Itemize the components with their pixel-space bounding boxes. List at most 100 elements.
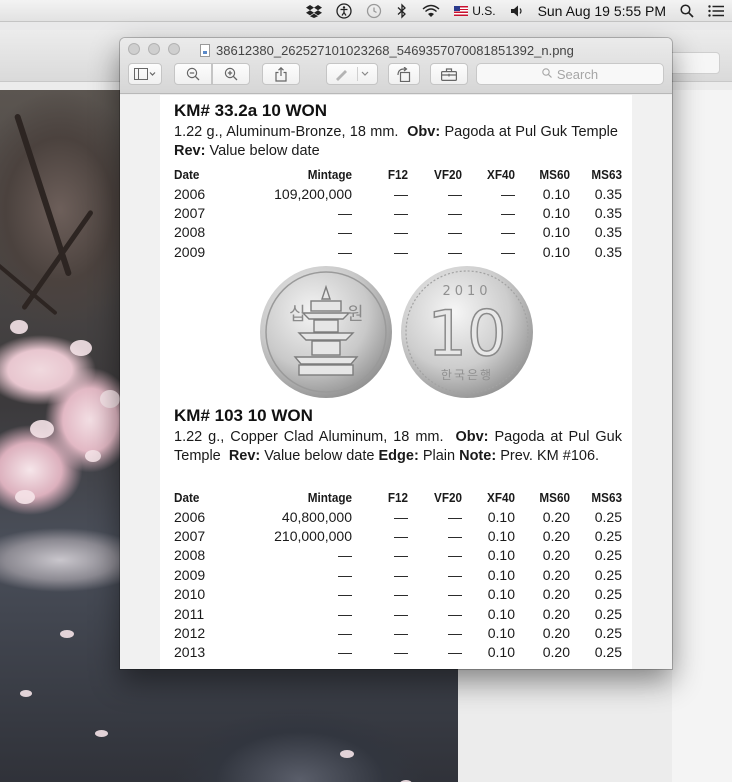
value-cell: 0.10: [487, 547, 515, 564]
input-source-menu[interactable]: U.S.: [454, 0, 496, 22]
rotate-button[interactable]: [388, 63, 420, 85]
column-header: MS63: [591, 489, 622, 505]
notification-center-icon[interactable]: [708, 0, 724, 22]
value-cell: —: [501, 205, 515, 222]
value-cell: —: [338, 205, 352, 222]
coin-obverse-char-left: 십: [289, 304, 306, 325]
section1-rev-label: Rev:: [174, 143, 206, 159]
value-cell: —: [448, 243, 462, 260]
value-cell: —: [448, 185, 462, 202]
coin-obverse-image: 십 원: [259, 265, 393, 399]
column-header: VF20: [434, 489, 462, 505]
blossom: [85, 450, 101, 462]
value-cell: 0.10: [487, 625, 515, 642]
date-cell: 2012: [174, 625, 206, 642]
date-cell: 2007: [174, 528, 206, 545]
value-cell: 0.35: [594, 224, 622, 241]
search-placeholder: Search: [556, 66, 599, 82]
date-cell: 2008: [174, 547, 206, 564]
value-cell: —: [394, 205, 408, 222]
value-cell: —: [448, 605, 462, 622]
value-cell: —: [394, 547, 408, 564]
coin-reverse-image: 2010 10 한국은행: [400, 265, 534, 399]
value-cell: 0.25: [594, 586, 622, 603]
petal: [60, 630, 74, 638]
value-cell: 0.20: [542, 605, 570, 622]
title-bar[interactable]: 38612380_262527101023268_546935707008185…: [120, 38, 672, 94]
document-view[interactable]: KM# 33.2a 10 WON 1.22 g., Aluminum-Bronz…: [120, 95, 672, 669]
column-header: MS60: [539, 489, 570, 505]
value-cell: 0.35: [594, 205, 622, 222]
menu-bar: U.S. Sun Aug 19 5:55 PM: [0, 0, 732, 22]
value-cell: 0.10: [487, 508, 515, 525]
date-cell: 2010: [174, 586, 206, 603]
search-icon: [542, 67, 552, 81]
column-header: F12: [387, 489, 408, 505]
section1-title: KM# 33.2a 10 WON: [174, 101, 328, 120]
search-input[interactable]: Search: [476, 63, 664, 85]
table-header-row: Date Mintage F12 VF20 XF40 MS60 MS63: [174, 164, 622, 184]
time-machine-icon[interactable]: [366, 0, 382, 22]
blossom: [100, 390, 120, 408]
section1-price-table: Date Mintage F12 VF20 XF40 MS60 MS63 200…: [174, 164, 622, 262]
minimize-button[interactable]: [148, 43, 160, 55]
column-header: Mintage: [307, 166, 352, 182]
zoom-button[interactable]: [168, 43, 180, 55]
value-cell: —: [338, 547, 352, 564]
accessibility-icon[interactable]: [336, 0, 352, 22]
table-row: 2006 40,800,000 — — 0.10 0.20 0.25: [174, 507, 622, 526]
zoom-in-button[interactable]: [212, 63, 250, 85]
value-cell: 0.25: [594, 644, 622, 661]
date-cell: 2008: [174, 224, 206, 241]
flag-us-icon: [454, 5, 469, 16]
date-cell: 2006: [174, 508, 206, 525]
value-cell: 0.20: [542, 528, 570, 545]
column-header: XF40: [487, 166, 515, 182]
value-cell: —: [338, 625, 352, 642]
section2-description: 1.22 g., Copper Clad Aluminum, 18 mm. Ob…: [174, 428, 622, 466]
value-cell: —: [338, 586, 352, 603]
zoom-out-icon: [186, 67, 200, 81]
value-cell: —: [448, 224, 462, 241]
zoom-out-button[interactable]: [174, 63, 212, 85]
volume-icon[interactable]: [510, 0, 524, 22]
toolbox-button[interactable]: [430, 63, 468, 85]
value-cell: 0.25: [594, 547, 622, 564]
value-cell: 0.10: [542, 205, 570, 222]
value-cell: —: [501, 224, 515, 241]
value-cell: 0.10: [542, 185, 570, 202]
value-cell: 0.25: [594, 566, 622, 583]
clock[interactable]: Sun Aug 19 5:55 PM: [538, 0, 666, 22]
section2-edge-text: Plain: [422, 448, 456, 464]
column-header: XF40: [487, 489, 515, 505]
value-cell: —: [501, 243, 515, 260]
wifi-icon[interactable]: [422, 0, 440, 22]
document-icon[interactable]: [200, 43, 210, 57]
table-row: 2009 — — — — 0.10 0.35: [174, 242, 622, 261]
close-button[interactable]: [128, 43, 140, 55]
bluetooth-icon[interactable]: [396, 0, 408, 22]
table-row: 2006 109,200,000 — — — 0.10 0.35: [174, 184, 622, 203]
markup-button[interactable]: [326, 63, 378, 85]
spotlight-icon[interactable]: [680, 0, 694, 22]
date-cell: 2009: [174, 566, 206, 583]
value-cell: 0.10: [487, 528, 515, 545]
value-cell: 0.20: [542, 547, 570, 564]
value-cell: —: [448, 528, 462, 545]
petal: [20, 690, 32, 697]
table-row: 2010 — — — 0.10 0.20 0.25: [174, 585, 622, 604]
share-button[interactable]: [262, 63, 300, 85]
column-header: MS63: [591, 166, 622, 182]
date-cell: 2013: [174, 644, 206, 661]
sidebar-view-button[interactable]: [128, 63, 162, 85]
column-header: Mintage: [307, 489, 352, 505]
zoom-in-icon: [224, 67, 238, 81]
date-cell: 2011: [174, 605, 205, 622]
dropbox-icon[interactable]: [306, 0, 323, 22]
value-cell: —: [501, 185, 515, 202]
blossom: [10, 320, 28, 334]
rotate-icon: [396, 66, 412, 82]
table-row: 2009 — — — 0.10 0.20 0.25: [174, 565, 622, 584]
page-margin-right: [632, 95, 672, 669]
section2-price-table: Date Mintage F12 VF20 XF40 MS60 MS63 200…: [174, 487, 622, 662]
